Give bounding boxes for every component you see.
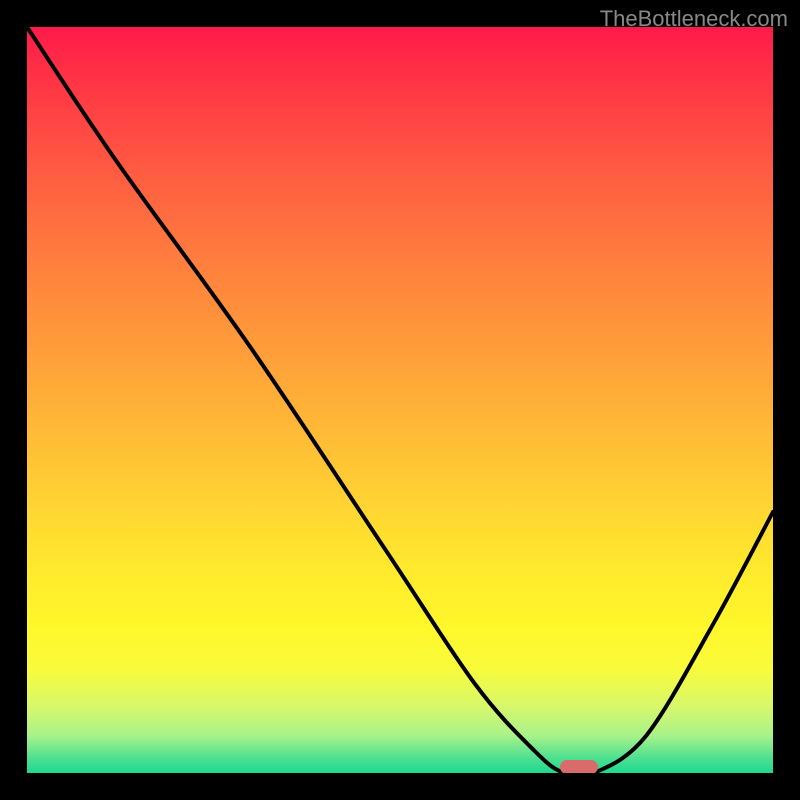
optimum-marker	[560, 760, 597, 773]
watermark-text: TheBottleneck.com	[600, 6, 788, 32]
chart-plot-area	[27, 27, 773, 773]
curve-path	[27, 27, 773, 773]
bottleneck-curve	[27, 27, 773, 773]
